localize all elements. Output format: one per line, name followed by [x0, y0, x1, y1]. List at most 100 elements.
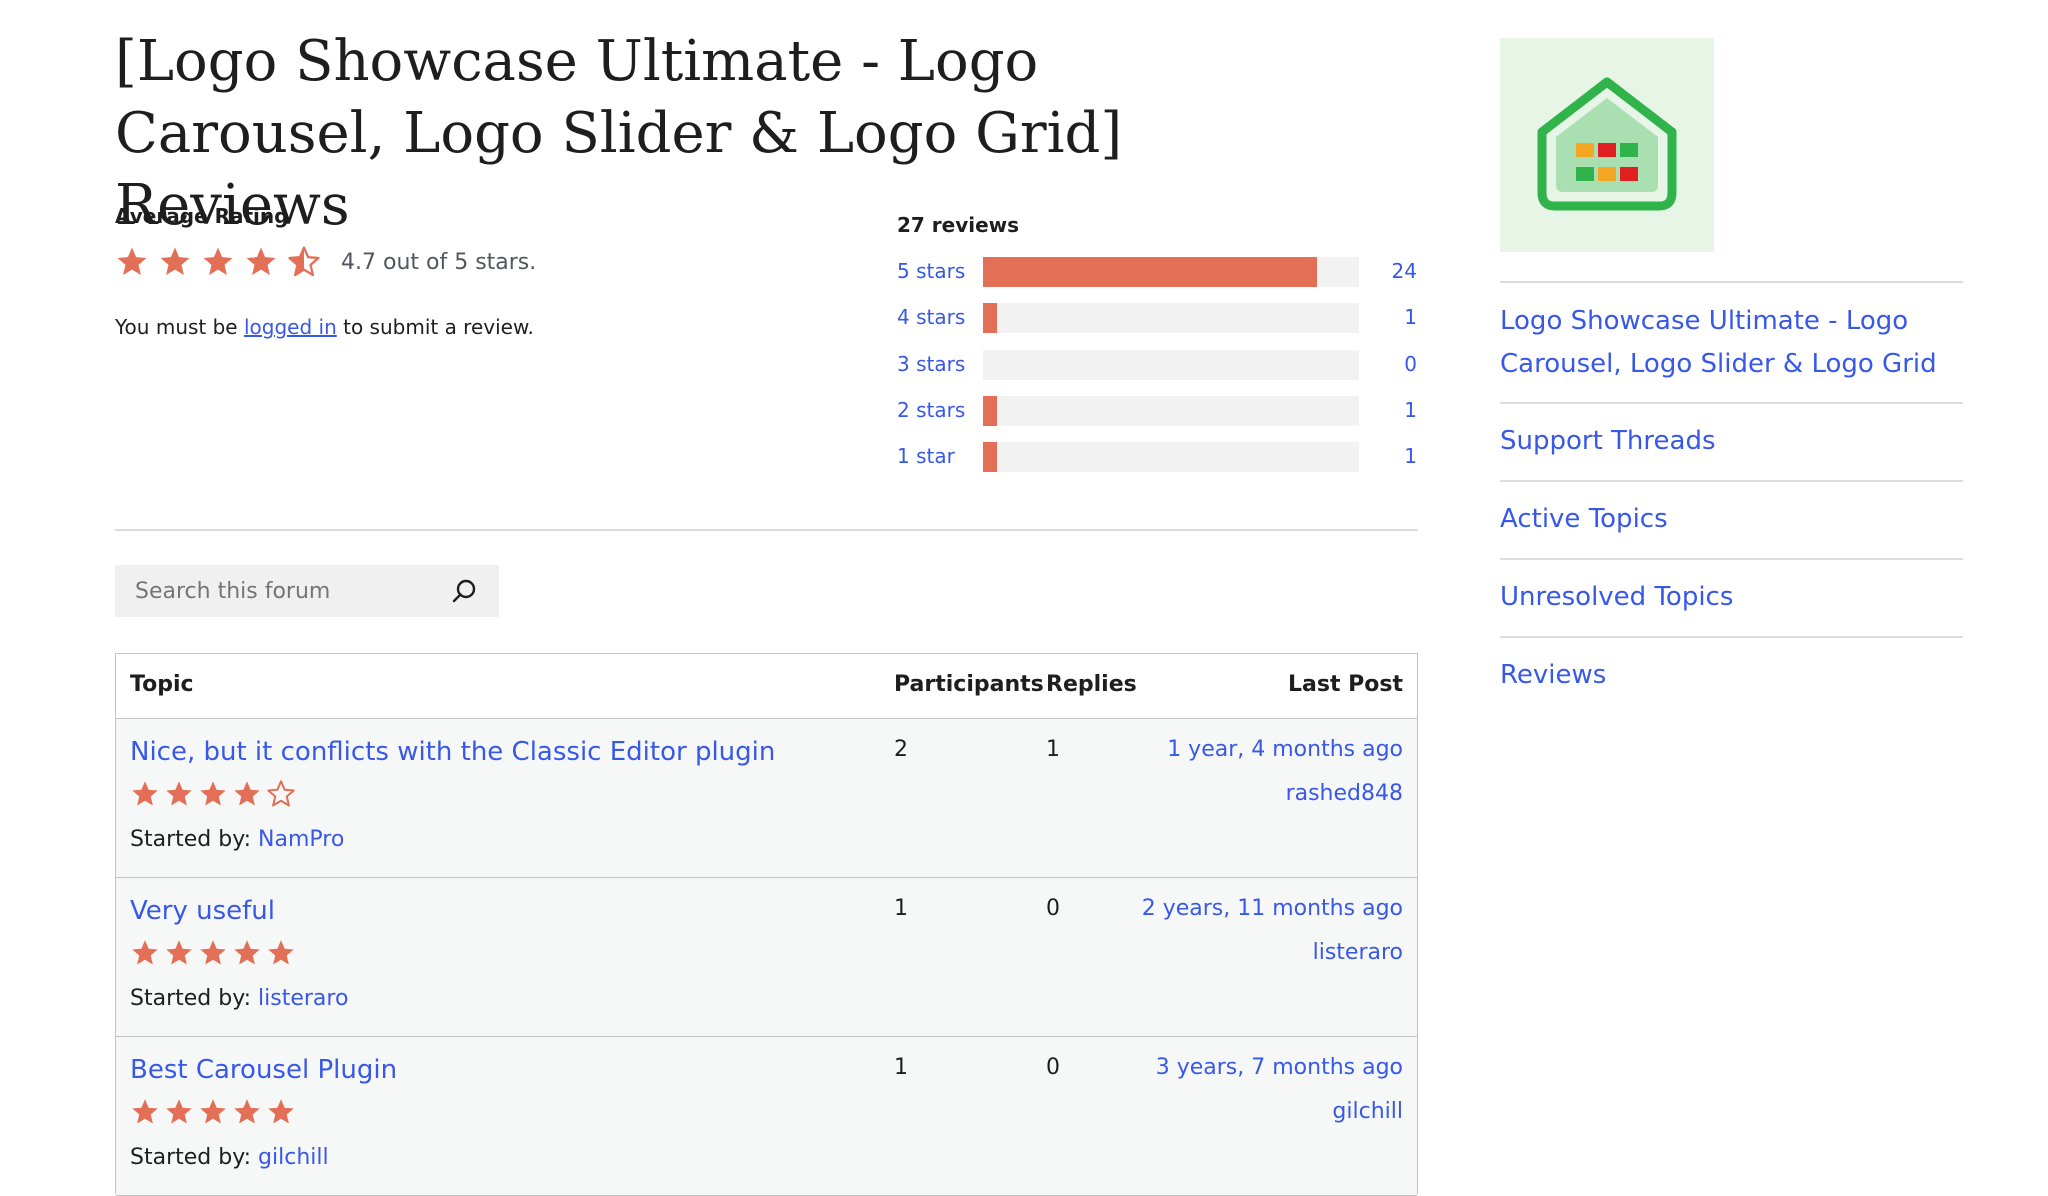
rating-bar-label[interactable]: 4 stars	[897, 305, 965, 329]
rating-bar-track	[983, 303, 1359, 333]
last-post-link[interactable]: 3 years, 7 months ago	[1156, 1055, 1403, 1080]
rating-bar-fill	[983, 257, 1318, 287]
last-post-author-link[interactable]: rashed848	[1286, 781, 1403, 806]
house-grid-icon	[1537, 77, 1677, 211]
last-post-link[interactable]: 1 year, 4 months ago	[1167, 737, 1403, 762]
section-divider	[115, 529, 1418, 531]
star-filled-icon	[200, 1099, 226, 1124]
participants-count: 2	[894, 737, 908, 762]
topic-rating-stars	[130, 936, 300, 970]
login-note-prefix: You must be	[115, 315, 244, 339]
header-replies: Replies	[1046, 672, 1137, 697]
star-filled-icon	[117, 247, 147, 276]
author-link[interactable]: NamPro	[258, 827, 344, 852]
rating-bar-count[interactable]: 1	[1404, 444, 1417, 468]
star-filled-icon	[234, 781, 260, 806]
topic-rating-stars	[130, 1095, 300, 1129]
star-filled-icon	[132, 940, 158, 965]
star-filled-icon	[234, 940, 260, 965]
table-row: Nice, but it conflicts with the Classic …	[116, 719, 1417, 878]
last-post-link[interactable]: 2 years, 11 months ago	[1142, 896, 1403, 921]
last-post-author-link[interactable]: gilchill	[1332, 1099, 1403, 1124]
replies-count: 1	[1046, 737, 1060, 762]
sidebar-divider	[1500, 480, 1963, 482]
author-link[interactable]: gilchill	[258, 1145, 329, 1170]
rating-bar-fill	[983, 303, 997, 333]
started-by-label: Started by:	[130, 827, 259, 852]
sidebar-divider	[1500, 281, 1963, 283]
star-filled-icon	[132, 781, 158, 806]
started-by-label: Started by:	[130, 986, 259, 1011]
rating-bar-label[interactable]: 5 stars	[897, 259, 965, 283]
star-filled-icon	[166, 940, 192, 965]
average-rating-text: 4.7 out of 5 stars.	[341, 250, 537, 275]
topic-title-link[interactable]: Nice, but it conflicts with the Classic …	[130, 737, 775, 767]
rating-bar-count[interactable]: 1	[1404, 305, 1417, 329]
star-filled-icon	[246, 247, 276, 276]
rating-bar-count[interactable]: 0	[1404, 352, 1417, 376]
sidebar-item-active-topics[interactable]: Active Topics	[1500, 498, 1963, 541]
rating-bar-row[interactable]: 4 stars 1	[897, 303, 1417, 333]
rating-bar-count[interactable]: 24	[1392, 259, 1417, 283]
table-row: Very useful Started by: listeraro 1 0 2 …	[116, 878, 1417, 1037]
started-by: Started by: listeraro	[130, 986, 348, 1011]
topic-rating-stars	[130, 777, 300, 811]
login-note-suffix: to submit a review.	[336, 315, 534, 339]
reviews-total: 27 reviews	[897, 213, 1020, 237]
author-link[interactable]: listeraro	[258, 986, 348, 1011]
forum-search	[115, 565, 499, 617]
started-by-label: Started by:	[130, 1145, 259, 1170]
star-filled-icon	[166, 1099, 192, 1124]
rating-bar-track	[983, 257, 1359, 287]
search-icon[interactable]	[449, 577, 479, 607]
participants-count: 1	[894, 1055, 908, 1080]
rating-bar-row[interactable]: 2 stars 1	[897, 396, 1417, 426]
star-filled-icon	[203, 247, 233, 276]
average-rating-label: Average Rating	[115, 204, 289, 228]
rating-bar-track	[983, 396, 1359, 426]
replies-count: 0	[1046, 896, 1060, 921]
sidebar-divider	[1500, 636, 1963, 638]
star-filled-icon	[200, 940, 226, 965]
sidebar-divider	[1500, 558, 1963, 560]
plugin-icon	[1500, 38, 1714, 252]
rating-bar-track	[983, 442, 1359, 472]
rating-bar-label[interactable]: 3 stars	[897, 352, 965, 376]
star-filled-icon	[132, 1099, 158, 1124]
rating-bar-row[interactable]: 3 stars 0	[897, 350, 1417, 380]
sidebar-item-reviews[interactable]: Reviews	[1500, 654, 1963, 697]
started-by: Started by: NamPro	[130, 827, 344, 852]
participants-count: 1	[894, 896, 908, 921]
rating-bar-count[interactable]: 1	[1404, 398, 1417, 422]
header-last-post: Last Post	[1288, 672, 1403, 697]
sidebar-divider	[1500, 402, 1963, 404]
replies-count: 0	[1046, 1055, 1060, 1080]
star-filled-icon	[268, 940, 294, 965]
rating-bar-fill	[983, 396, 997, 426]
rating-bar-row[interactable]: 5 stars 24	[897, 257, 1417, 287]
topic-title-link[interactable]: Best Carousel Plugin	[130, 1055, 397, 1085]
login-link[interactable]: logged in	[244, 315, 337, 339]
topic-title-link[interactable]: Very useful	[130, 896, 275, 926]
average-rating-stars	[115, 244, 330, 280]
star-filled-icon	[268, 1099, 294, 1124]
rating-bar-row[interactable]: 1 star 1	[897, 442, 1417, 472]
table-header: Topic Participants Replies Last Post	[116, 654, 1417, 719]
star-filled-icon	[160, 247, 190, 276]
sidebar-item-unresolved-topics[interactable]: Unresolved Topics	[1500, 576, 1963, 619]
started-by: Started by: gilchill	[130, 1145, 329, 1170]
sidebar-plugin-link[interactable]: Logo Showcase Ultimate - Logo Carousel, …	[1500, 300, 1963, 386]
star-filled-icon	[200, 781, 226, 806]
rating-bar-label[interactable]: 2 stars	[897, 398, 965, 422]
login-note: You must be logged in to submit a review…	[115, 315, 534, 339]
topics-table: Topic Participants Replies Last Post Nic…	[115, 653, 1418, 1196]
star-half-icon	[288, 246, 320, 277]
sidebar-item-support-threads[interactable]: Support Threads	[1500, 420, 1963, 463]
star-filled-icon	[166, 781, 192, 806]
search-input[interactable]	[115, 565, 455, 617]
header-participants: Participants	[894, 672, 1044, 697]
last-post-author-link[interactable]: listeraro	[1313, 940, 1403, 965]
table-row: Best Carousel Plugin Started by: gilchil…	[116, 1037, 1417, 1196]
star-empty-icon	[267, 780, 295, 807]
rating-bar-label[interactable]: 1 star	[897, 444, 955, 468]
